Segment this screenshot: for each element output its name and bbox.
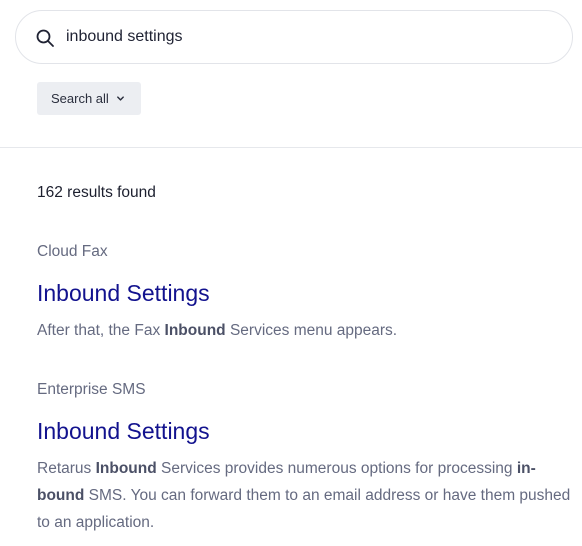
result-snippet: Retarus Inbound Services provides numero… xyxy=(37,455,572,536)
search-bar[interactable] xyxy=(15,10,573,64)
results-count: 162 results found xyxy=(37,184,156,201)
snippet-highlight: Inbound xyxy=(164,322,226,339)
snippet-text: SMS. You can forward them to an email ad… xyxy=(37,487,571,531)
search-scope-dropdown[interactable]: Search all xyxy=(37,82,141,115)
result-category: Enterprise SMS xyxy=(37,381,146,398)
result-title-link[interactable]: Inbound Settings xyxy=(37,278,572,308)
snippet-text: After that, the Fax xyxy=(37,322,165,339)
result-snippet: After that, the Fax Inbound Services men… xyxy=(37,317,572,344)
snippet-text: Retarus xyxy=(37,460,96,477)
search-icon[interactable] xyxy=(35,28,55,48)
chevron-down-icon xyxy=(117,96,124,101)
search-result: Cloud Fax Inbound Settings After that, t… xyxy=(37,242,572,344)
divider xyxy=(0,147,582,148)
search-results-page: Search all 162 results found Cloud Fax I… xyxy=(0,0,582,546)
snippet-text: Services provides numerous options for p… xyxy=(156,460,517,477)
result-category: Cloud Fax xyxy=(37,243,108,260)
search-input[interactable] xyxy=(66,23,546,51)
search-result: Enterprise SMS Inbound Settings Retarus … xyxy=(37,380,572,536)
result-title-link[interactable]: Inbound Settings xyxy=(37,416,572,446)
snippet-highlight: Inbound xyxy=(95,460,157,477)
search-scope-label: Search all xyxy=(51,91,109,106)
snippet-text: Services menu appears. xyxy=(225,322,398,339)
